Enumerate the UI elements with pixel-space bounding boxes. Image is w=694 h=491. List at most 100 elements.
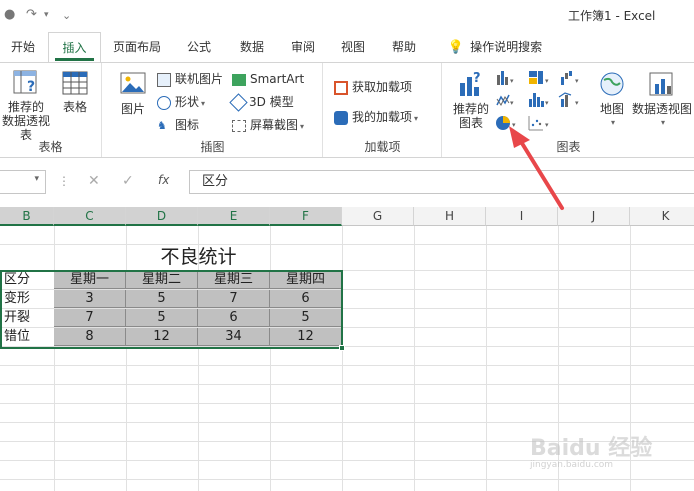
waterfall-chart-icon[interactable]: ▾	[561, 71, 579, 85]
my-addins-icon	[334, 110, 348, 125]
column-header-d[interactable]: D	[126, 207, 198, 226]
tab-help[interactable]: 帮助	[381, 32, 427, 62]
table-cell[interactable]: 8	[54, 328, 126, 346]
line-chart-icon[interactable]: ▾	[496, 94, 514, 107]
recommended-charts-button[interactable]: ? 推荐的 图表	[451, 69, 491, 130]
tab-insert-label: 插入	[62, 41, 87, 55]
table-button[interactable]: 表格	[56, 69, 94, 114]
column-header-i[interactable]: I	[486, 207, 558, 226]
title-bar: ● ↷ ▾ ⌄ 工作簿1 - Excel	[0, 0, 694, 32]
ribbon-tabs: 开始 插入 页面布局 公式 数据 审阅 视图 帮助 💡 操作说明搜索	[0, 32, 694, 63]
maps-label: 地图	[599, 102, 624, 116]
formula-bar: ▾ ⋮ ✕ ✓ fx 区分	[0, 168, 694, 196]
tab-page-layout[interactable]: 页面布局	[106, 32, 168, 62]
illustrations-group: 图片 联机图片 形状 ▾ ♞ 图标 SmartArt 3D 模型 屏幕截图 ▾ 插图	[103, 63, 323, 157]
table-cell[interactable]: 7	[198, 290, 270, 308]
table-cell[interactable]: 3	[54, 290, 126, 308]
table-cell[interactable]: 5	[126, 309, 198, 327]
column-header-f[interactable]: F	[270, 207, 342, 226]
table-row-label[interactable]: 错位	[0, 328, 54, 346]
gridline	[342, 226, 343, 491]
table-header-cell[interactable]: 星期一	[54, 271, 126, 289]
autosave-icon[interactable]: ●	[4, 7, 15, 22]
get-addins-button[interactable]: 获取加载项	[334, 77, 412, 97]
table-row-label[interactable]: 变形	[0, 290, 54, 308]
table-header-cell[interactable]: 区分	[0, 271, 54, 289]
table-cell[interactable]: 12	[270, 328, 342, 346]
column-header-j[interactable]: J	[558, 207, 630, 226]
column-header-b[interactable]: B	[0, 207, 54, 226]
my-addins-button[interactable]: 我的加载项 ▾	[334, 107, 418, 127]
table-header-cell[interactable]: 星期三	[198, 271, 270, 289]
pie-chart-icon[interactable]: ▾	[496, 116, 516, 130]
tell-me-label: 操作说明搜索	[470, 40, 543, 54]
column-header-e[interactable]: E	[198, 207, 270, 226]
gridline	[0, 479, 694, 480]
tab-view[interactable]: 视图	[330, 32, 376, 62]
tab-review[interactable]: 审阅	[280, 32, 326, 62]
column-chart-icon[interactable]: ▾	[497, 71, 514, 85]
name-box-dropdown-icon[interactable]: ▾	[34, 174, 39, 184]
3d-models-button[interactable]: 3D 模型	[229, 92, 294, 112]
table-cell[interactable]: 6	[270, 290, 342, 308]
enter-icon[interactable]: ✓	[122, 173, 134, 189]
column-header-k[interactable]: K	[630, 207, 694, 226]
svg-text:▾: ▾	[545, 99, 549, 107]
table-cell[interactable]: 7	[54, 309, 126, 327]
combo-chart-icon[interactable]: ▾	[558, 92, 579, 107]
cancel-icon[interactable]: ✕	[88, 173, 100, 189]
table-cell[interactable]: 6	[198, 309, 270, 327]
column-header-c[interactable]: C	[54, 207, 126, 226]
column-header-h[interactable]: H	[414, 207, 486, 226]
svg-text:▾: ▾	[575, 77, 579, 85]
tab-insert[interactable]: 插入	[48, 32, 101, 63]
gridline	[0, 422, 694, 423]
pictures-button[interactable]: 图片	[113, 69, 153, 116]
watermark: Baidu 经验 jingyan.baidu.com	[530, 430, 670, 470]
formula-bar-grip-icon: ⋮	[58, 174, 70, 188]
pivotchart-button[interactable]: 数据透视图 ▾	[631, 69, 693, 130]
table-title[interactable]: 不良统计	[55, 244, 342, 270]
insert-function-icon[interactable]: fx	[158, 173, 169, 187]
column-header-g[interactable]: G	[342, 207, 414, 226]
redo-icon[interactable]: ↷	[26, 7, 37, 22]
tab-home[interactable]: 开始	[0, 32, 46, 62]
table-cell[interactable]: 5	[126, 290, 198, 308]
redo-dropdown-icon[interactable]: ▾	[44, 10, 49, 20]
scatter-chart-icon[interactable]: ▾	[528, 116, 549, 131]
table-header-cell[interactable]: 星期四	[270, 271, 342, 289]
tab-formulas[interactable]: 公式	[176, 32, 222, 62]
gridline	[0, 346, 694, 347]
fill-handle[interactable]	[339, 345, 345, 351]
screenshot-button[interactable]: 屏幕截图 ▾	[232, 115, 304, 135]
store-icon	[334, 80, 348, 95]
table-row-label[interactable]: 开裂	[0, 309, 54, 327]
svg-text:▾: ▾	[512, 121, 516, 129]
customize-qat-icon[interactable]: ⌄	[62, 9, 71, 22]
online-pictures-button[interactable]: 联机图片	[157, 69, 223, 89]
tab-data[interactable]: 数据	[229, 32, 275, 62]
svg-text:▾: ▾	[510, 99, 514, 107]
ribbon: ? 推荐的 数据透视表 表格 表格 图片 联机图片 形状 ▾ ♞ 图标 Smar…	[0, 62, 694, 158]
active-tab-indicator	[55, 58, 94, 61]
name-box[interactable]: ▾	[0, 170, 46, 194]
statistic-chart-icon[interactable]: ▾	[529, 93, 549, 107]
shapes-dropdown-icon: ▾	[201, 99, 206, 108]
pivotchart-dropdown-icon: ▾	[660, 118, 665, 127]
icons-button[interactable]: ♞ 图标	[157, 115, 199, 135]
hierarchy-chart-icon[interactable]: ▾	[529, 71, 549, 85]
table-cell[interactable]: 12	[126, 328, 198, 346]
formula-input[interactable]: 区分	[189, 170, 694, 194]
tell-me-search[interactable]: 💡 操作说明搜索	[440, 32, 550, 62]
maps-button[interactable]: 地图 ▾	[593, 69, 631, 130]
table-header-cell[interactable]: 星期二	[126, 271, 198, 289]
shapes-button[interactable]: 形状 ▾	[157, 92, 205, 112]
table-cell[interactable]: 5	[270, 309, 342, 327]
svg-text:▾: ▾	[545, 77, 549, 85]
recommended-pivottables-button[interactable]: ? 推荐的 数据透视表	[0, 69, 52, 142]
table-cell[interactable]: 34	[198, 328, 270, 346]
smartart-button[interactable]: SmartArt	[232, 69, 304, 89]
watermark-url: jingyan.baidu.com	[530, 460, 614, 470]
icons-label: 图标	[175, 118, 200, 132]
my-addins-label: 我的加载项	[352, 110, 413, 124]
